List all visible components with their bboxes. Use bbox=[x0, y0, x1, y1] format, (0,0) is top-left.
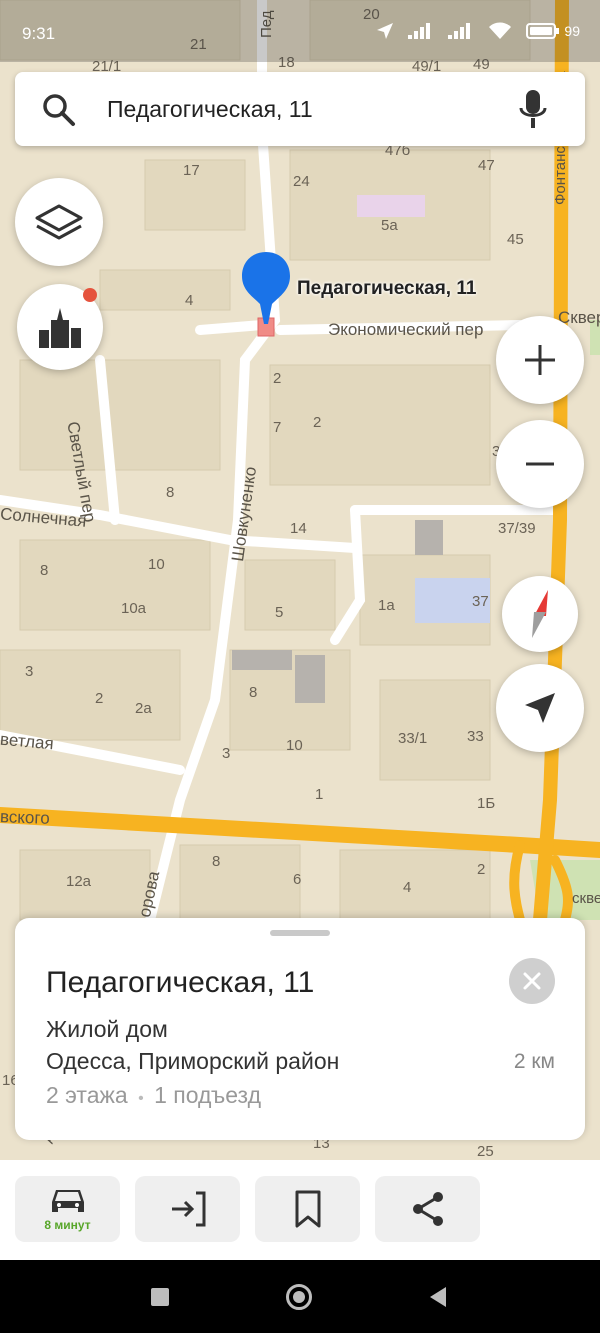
zoom-in-button[interactable] bbox=[496, 316, 584, 404]
house-number: 10 bbox=[148, 556, 165, 573]
house-number: 2 bbox=[313, 414, 322, 431]
house-number: 47 bbox=[478, 157, 495, 174]
system-nav-bar bbox=[0, 1260, 600, 1333]
place-card[interactable]: Педагогическая, 11 Жилой дом Одесса, При… bbox=[15, 918, 585, 1140]
notification-dot bbox=[83, 288, 97, 302]
route-by-car-button[interactable]: 8 минут bbox=[15, 1176, 120, 1242]
status-time: 9:31 bbox=[22, 24, 56, 43]
recent-apps-icon[interactable] bbox=[151, 1288, 169, 1306]
floors-count: 2 этажа bbox=[46, 1082, 128, 1108]
microphone-icon[interactable] bbox=[517, 88, 549, 130]
house-number: 37/39 bbox=[498, 520, 536, 537]
place-details: 2 этажа • 1 подъезд bbox=[46, 1082, 261, 1109]
place-address: Одесса, Приморский район bbox=[46, 1048, 340, 1074]
navigation-arrow-icon bbox=[525, 693, 555, 723]
separator-dot: • bbox=[138, 1090, 144, 1107]
place-title: Педагогическая, 11 bbox=[46, 966, 315, 999]
street-label: вского bbox=[0, 807, 51, 828]
house-number: 5а bbox=[381, 217, 398, 234]
drive-time: 8 минут bbox=[44, 1218, 91, 1232]
minus-icon bbox=[526, 462, 554, 466]
share-icon bbox=[412, 1192, 443, 1226]
house-number: 8 bbox=[40, 562, 49, 579]
location-pin-icon[interactable] bbox=[240, 250, 292, 326]
place-distance: 2 км bbox=[513, 1050, 555, 1073]
location-arrow-icon bbox=[377, 23, 394, 39]
house-number: 8 bbox=[166, 484, 175, 501]
my-location-button[interactable] bbox=[496, 664, 584, 752]
house-number: 45 bbox=[507, 231, 524, 248]
share-button[interactable] bbox=[375, 1176, 480, 1242]
house-number: 6 bbox=[293, 871, 302, 888]
city-buildings-icon bbox=[39, 308, 81, 348]
house-number: 4 bbox=[403, 879, 412, 896]
house-number: 4 bbox=[185, 292, 194, 309]
search-icon[interactable] bbox=[41, 92, 77, 128]
house-number: 37 bbox=[472, 593, 489, 610]
house-number: 7 bbox=[273, 419, 282, 436]
layers-button[interactable] bbox=[15, 178, 103, 266]
house-number: 33 bbox=[467, 728, 484, 745]
route-here-button[interactable] bbox=[135, 1176, 240, 1242]
layers-icon bbox=[35, 204, 83, 240]
street-label: Экономический пер bbox=[328, 320, 484, 339]
house-number: 1 bbox=[315, 786, 324, 803]
compass-button[interactable] bbox=[502, 576, 578, 652]
battery-icon bbox=[526, 23, 560, 39]
status-bar: 9:31 99 bbox=[0, 0, 600, 62]
house-number: 17 bbox=[183, 162, 200, 179]
entrances-count: 1 подъезд bbox=[154, 1082, 262, 1108]
place-type: Жилой дом bbox=[46, 1016, 168, 1042]
back-icon[interactable] bbox=[428, 1286, 448, 1308]
house-number: 1а bbox=[378, 597, 395, 614]
compass-icon bbox=[532, 590, 548, 638]
status-icons: 99 bbox=[376, 22, 580, 40]
house-number: 12а bbox=[66, 873, 92, 890]
zoom-out-button[interactable] bbox=[496, 420, 584, 508]
close-button[interactable] bbox=[509, 958, 555, 1004]
house-number: 24 bbox=[293, 173, 310, 190]
house-number: 5 bbox=[275, 604, 284, 621]
car-icon bbox=[51, 1190, 84, 1212]
battery-indicator: 99 bbox=[526, 23, 580, 39]
house-number: 2 bbox=[95, 690, 104, 707]
enter-route-icon bbox=[171, 1191, 205, 1227]
house-number: 10а bbox=[121, 600, 147, 617]
house-number: 14 bbox=[290, 520, 307, 537]
search-bar[interactable]: Педагогическая, 11 bbox=[15, 72, 585, 146]
house-number: 3 bbox=[222, 745, 231, 762]
house-number: 2 bbox=[477, 861, 486, 878]
house-number: 2а bbox=[135, 700, 152, 717]
house-number: 10 bbox=[286, 737, 303, 754]
pin-label: Педагогическая, 11 bbox=[297, 278, 477, 299]
action-bar: 8 минут bbox=[0, 1160, 600, 1260]
signal-icon bbox=[448, 23, 471, 39]
bookmark-icon bbox=[295, 1190, 320, 1228]
wifi-icon bbox=[489, 22, 512, 39]
house-number: 3 bbox=[25, 663, 34, 680]
home-icon[interactable] bbox=[286, 1284, 312, 1310]
house-number: 25 bbox=[477, 1143, 494, 1160]
house-number: 8 bbox=[249, 684, 258, 701]
house-number: 1Б bbox=[477, 795, 496, 812]
street-label: сквер bbox=[572, 890, 600, 907]
plus-icon bbox=[525, 345, 555, 375]
landmarks-button[interactable] bbox=[17, 284, 103, 370]
house-number: 33/1 bbox=[398, 730, 428, 747]
search-input[interactable]: Педагогическая, 11 bbox=[107, 96, 313, 123]
house-number: 8 bbox=[212, 853, 221, 870]
battery-percent: 99 bbox=[564, 23, 580, 39]
signal-icon bbox=[408, 23, 431, 39]
close-icon bbox=[523, 972, 541, 990]
house-number: 2 bbox=[273, 370, 282, 387]
drag-handle[interactable] bbox=[270, 930, 330, 936]
bookmark-button[interactable] bbox=[255, 1176, 360, 1242]
